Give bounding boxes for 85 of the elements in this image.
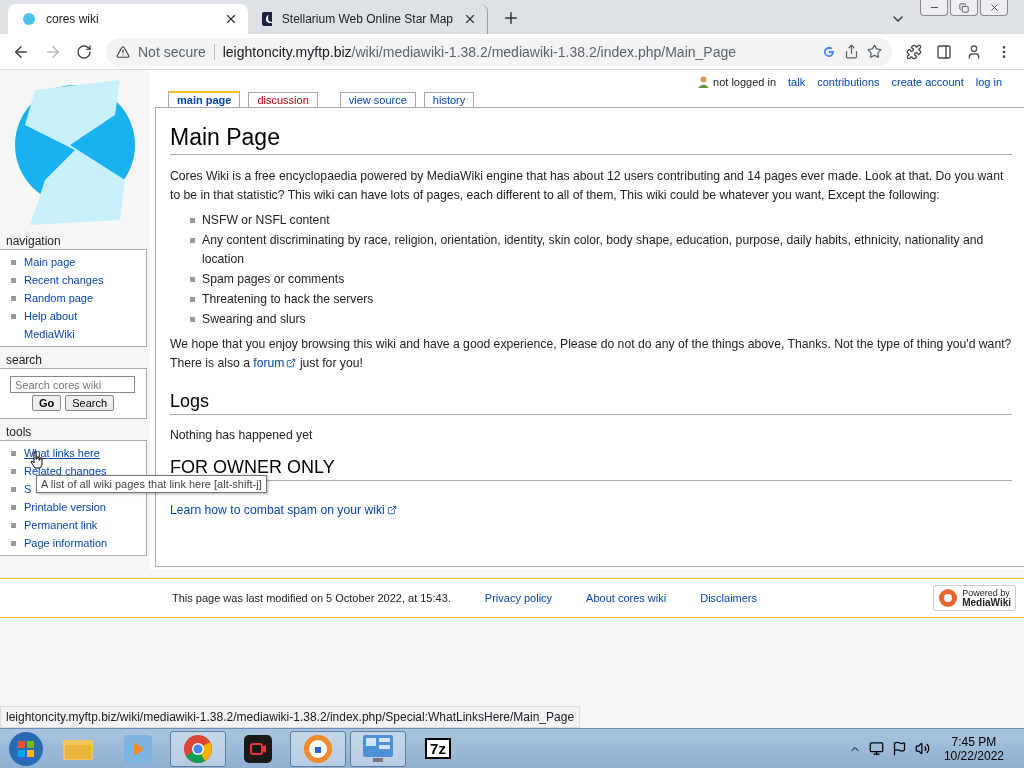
- browser-tab[interactable]: cores wiki: [8, 4, 248, 34]
- reload-icon[interactable]: [76, 43, 92, 60]
- footer-link[interactable]: Disclaimers: [700, 592, 758, 604]
- bullet-icon: [11, 541, 16, 546]
- warning-icon: [116, 44, 130, 59]
- bullet-icon: [11, 523, 16, 528]
- sidebar-link[interactable]: Printable version: [24, 498, 106, 516]
- sidebar-link[interactable]: Random page: [24, 289, 94, 307]
- user-icon: [698, 76, 710, 88]
- page-title: Main Page: [170, 124, 1012, 155]
- spam-help-link[interactable]: Learn how to combat spam on your wiki: [170, 503, 397, 517]
- outro-paragraph: We hope that you enjoy browsing this wiki and have a good experience, Please do not do any of the things above, Thanks. Not the type of thing you'd want? There is also a forum just for you!: [170, 336, 1012, 372]
- bullet-icon: [190, 238, 195, 243]
- list-item-text: Swearing and slurs: [202, 311, 306, 328]
- url-text: leightoncity.myftp.biz/wiki/mediawiki-1.38.2/mediawiki-1.38.2/index.php/Main_Page: [222, 43, 738, 60]
- portlet-title: navigation: [5, 233, 62, 249]
- page-tab[interactable]: main page: [168, 91, 241, 107]
- moon-icon: [262, 12, 272, 26]
- bullet-icon: [190, 317, 195, 322]
- favicon-icon: [22, 12, 36, 26]
- new-tab-icon[interactable]: [502, 9, 520, 27]
- side-panel-icon[interactable]: [936, 43, 952, 60]
- bullet-icon: [190, 218, 195, 223]
- footer-link[interactable]: About cores wiki: [586, 592, 667, 604]
- star-icon[interactable]: [867, 44, 882, 59]
- flag-icon[interactable]: [891, 741, 907, 756]
- external-link-icon: [286, 358, 297, 368]
- page-tab[interactable]: discussion: [248, 92, 318, 107]
- personal-link[interactable]: log in: [975, 76, 1002, 88]
- sidebar-link[interactable]: Main page: [24, 253, 76, 271]
- bullet-icon: [11, 278, 16, 283]
- sidebar-link[interactable]: Recent changes: [24, 271, 104, 289]
- clock[interactable]: 7:45 PM 10/22/2022: [937, 734, 1018, 763]
- bullet-icon: [11, 296, 16, 301]
- page-tab[interactable]: view source: [339, 92, 416, 107]
- network-icon[interactable]: [868, 741, 884, 756]
- last-modified-text: This page was last modified on 5 October 2022, at 15:43.: [172, 592, 451, 604]
- address-bar[interactable]: Not secure leightoncity.myftp.biz/wiki/mediawiki-1.38.2/mediawiki-1.38.2/index.php/Main_Page: [106, 37, 892, 66]
- bullet-icon: [190, 297, 195, 302]
- tooltip: A list of all wiki pages that link here [alt-shift-j]: [36, 475, 267, 493]
- close-icon[interactable]: [463, 12, 477, 26]
- portlet-title: tools: [5, 424, 33, 440]
- bullet-icon: [11, 505, 16, 510]
- close-icon[interactable]: [224, 12, 238, 26]
- external-link-icon: [386, 505, 397, 515]
- security-label: Not secure: [138, 43, 215, 60]
- bullet-icon: [11, 469, 16, 474]
- list-item-text: Any content discriminating by race, religion, orientation, identity, skin color, body shape, education, purpose, daily habits, ethnicity, nationality and location: [202, 232, 985, 268]
- sidebar-link[interactable]: S: [24, 480, 32, 498]
- volume-icon[interactable]: [914, 741, 930, 756]
- login-status: not logged in: [713, 76, 777, 88]
- restore-icon[interactable]: [950, 0, 978, 16]
- personal-link[interactable]: talk: [788, 76, 806, 88]
- portlet-title: search: [5, 352, 44, 368]
- start-button[interactable]: [6, 729, 46, 768]
- share-icon[interactable]: [844, 44, 859, 59]
- sidebar-link[interactable]: Page information: [24, 534, 108, 552]
- search-field[interactable]: Search cores wiki: [10, 376, 135, 393]
- list-item-text: NSFW or NSFL content: [202, 212, 330, 229]
- section-heading: Logs: [170, 391, 1012, 415]
- control-panel-icon[interactable]: [350, 730, 406, 767]
- bullet-icon: [11, 487, 16, 492]
- google-g-icon[interactable]: [822, 44, 836, 59]
- status-url: leightoncity.myftp.biz/wiki/mediawiki-1.38.2/mediawiki-1.38.2/index.php/Special:WhatLinksHere/Main_Page: [0, 706, 581, 728]
- puzzle-icon[interactable]: [906, 43, 922, 60]
- forum-link[interactable]: forum: [253, 356, 297, 370]
- bullet-icon: [190, 277, 195, 282]
- bullet-icon: [11, 314, 16, 319]
- logs-text: Nothing has happened yet: [170, 427, 314, 444]
- search-button[interactable]: Search: [65, 395, 115, 411]
- bullet-icon: [11, 260, 16, 265]
- sidebar-link[interactable]: Help about MediaWiki: [24, 307, 94, 343]
- powered-by-badge[interactable]: Powered by MediaWiki: [933, 585, 1016, 611]
- minimize-icon[interactable]: [920, 0, 948, 16]
- personal-link[interactable]: contributions: [817, 76, 880, 88]
- profile-icon[interactable]: [966, 43, 982, 60]
- go-button[interactable]: Go: [31, 395, 62, 411]
- list-item-text: Threatening to hack the servers: [202, 291, 374, 308]
- list-item-text: Spam pages or comments: [202, 271, 345, 288]
- sidebar-link[interactable]: Permanent link: [24, 516, 98, 534]
- personal-link[interactable]: create account: [891, 76, 964, 88]
- footer-link[interactable]: Privacy policy: [484, 592, 553, 604]
- page-tab[interactable]: history: [423, 92, 475, 107]
- bullet-icon: [11, 451, 16, 456]
- intro-paragraph: Cores Wiki is a free encyclopaedia powered by MediaWiki engine that has about 12 users contributing and 14 pages ever made. Look at that. Do you want to be in that statistic? This wiki can have lots of pages, each different to all of them, This wiki could be whatever you want, Except the following:: [170, 168, 1005, 204]
